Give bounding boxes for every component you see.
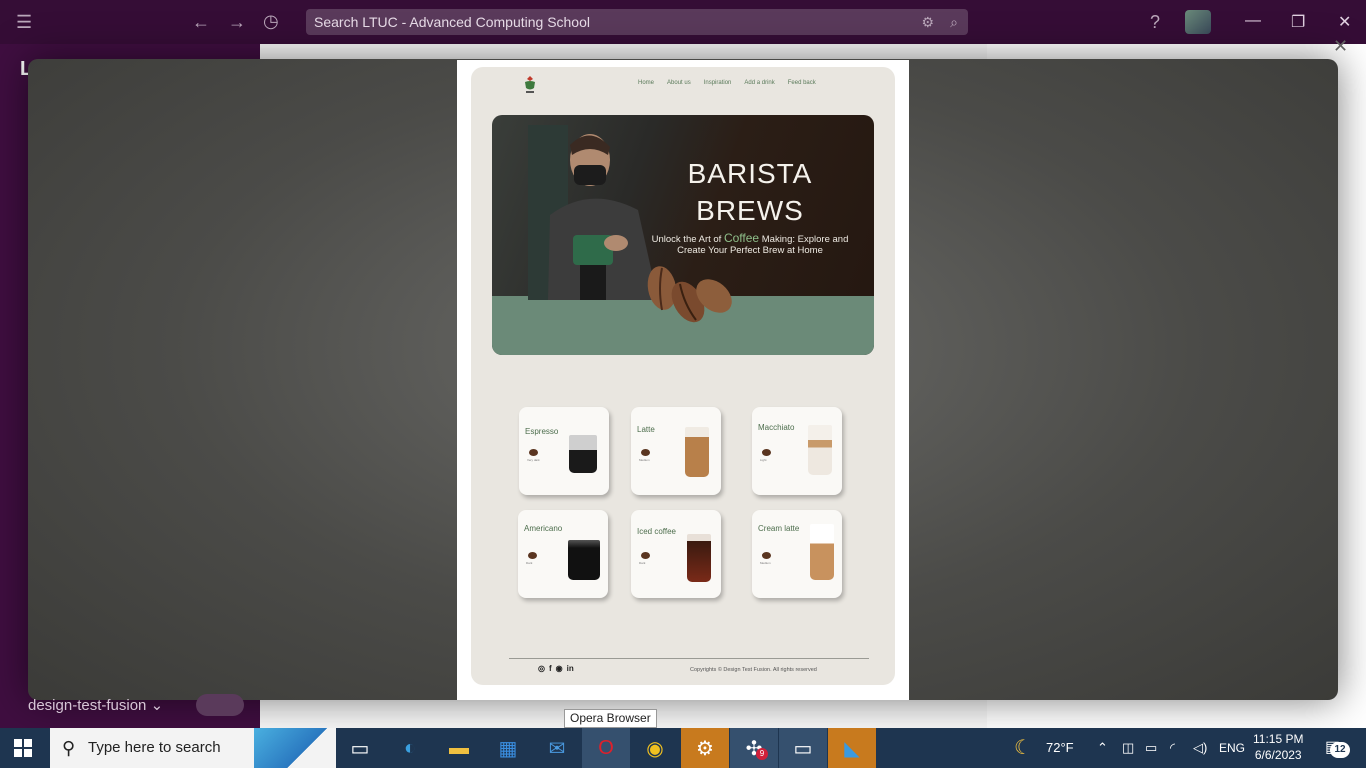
bean-icon (641, 449, 650, 456)
latte-glass-image (685, 427, 709, 477)
bean-icon (641, 552, 650, 559)
battery-icon[interactable]: ▭ (1145, 728, 1157, 768)
nav-inspiration[interactable]: Inspiration (704, 80, 732, 86)
copyright-text: Copyrights © Design Test Fusion. All rig… (690, 667, 817, 673)
search-icon: ⚲ (62, 738, 76, 758)
espresso-glass-image (569, 435, 597, 473)
website-mockup: Home About us Inspiration Add a drink Fe… (471, 67, 895, 685)
filter-icon[interactable]: ⚙ (921, 9, 934, 35)
forward-arrow-icon[interactable]: → (228, 12, 246, 32)
menu-icon[interactable]: ☰ (16, 12, 32, 32)
terminal-icon[interactable]: ▭ (779, 728, 827, 768)
close-window-icon[interactable]: ✕ (1338, 12, 1351, 32)
mail-icon[interactable]: ✉ (533, 728, 581, 768)
windows-start-icon[interactable] (14, 739, 32, 757)
minimize-icon[interactable]: — (1245, 12, 1261, 30)
restore-icon[interactable]: ❐ (1291, 12, 1305, 32)
facebook-icon[interactable]: f (549, 664, 552, 673)
settings-gear-icon[interactable]: ⚙ (681, 728, 729, 768)
nav-feedback[interactable]: Feed back (788, 80, 816, 86)
chrome-icon[interactable]: ◉ (631, 728, 679, 768)
system-clock[interactable]: 11:15 PM 6/6/2023 (1253, 731, 1303, 763)
instagram-icon[interactable]: ◎ (538, 664, 545, 673)
slack-title-bar: ☰ ← → ◷ Search LTUC - Advanced Computing… (0, 0, 1366, 44)
search-highlight-image (254, 728, 336, 768)
drink-card-espresso[interactable]: Espresso Very dark (519, 407, 609, 495)
hero-subtitle: Unlock the Art of Coffee Making: Explore… (651, 231, 849, 256)
coffee-beans-image (647, 266, 732, 323)
cream-latte-glass-image (810, 524, 834, 580)
search-icon[interactable]: ⌕ (950, 9, 958, 35)
file-explorer-icon[interactable]: ▬ (435, 728, 483, 768)
weather-temperature[interactable]: 72°F (1046, 728, 1074, 768)
close-preview-icon[interactable]: ✕ (1333, 36, 1348, 57)
history-icon[interactable]: ◷ (263, 11, 279, 31)
drink-card-macchiato[interactable]: Macchiato Light (752, 407, 842, 495)
camera-icon[interactable]: ◫ (1122, 728, 1134, 768)
slack-search-input[interactable]: Search LTUC - Advanced Computing School … (306, 9, 968, 35)
vscode-icon[interactable]: ◣ (828, 728, 876, 768)
bean-icon (529, 449, 538, 456)
site-nav: Home About us Inspiration Add a drink Fe… (638, 80, 816, 86)
volume-icon[interactable]: ◁) (1193, 728, 1207, 768)
nav-home[interactable]: Home (638, 80, 654, 86)
language-indicator[interactable]: ENG (1219, 728, 1245, 768)
social-links: ◎ f ◉ in (538, 664, 574, 673)
task-view-icon[interactable]: ▭ (336, 728, 384, 768)
help-icon[interactable]: ? (1150, 12, 1160, 32)
taskbar-tooltip: Opera Browser (564, 709, 657, 728)
bean-icon (762, 552, 771, 559)
bean-icon (762, 449, 771, 456)
macchiato-glass-image (808, 425, 832, 475)
nav-about[interactable]: About us (667, 80, 691, 86)
windows-taskbar: ⚲ Type here to search ▭ ◐ ▬ ▦ ✉ O ◉ ⚙ ✣ 9… (0, 728, 1366, 768)
workspace-name[interactable]: design-test-fusion ⌄ (28, 696, 163, 714)
footer-divider (509, 658, 869, 659)
opera-browser-icon[interactable]: O (582, 728, 630, 768)
drink-card-latte[interactable]: Latte Medium (631, 407, 721, 495)
huddle-toggle[interactable] (196, 694, 244, 716)
edge-browser-icon[interactable]: ◐ (386, 728, 434, 768)
americano-glass-image (568, 540, 600, 580)
hero-title: BARISTA BREWS (687, 158, 813, 226)
drink-card-americano[interactable]: Americano Dark (518, 510, 608, 598)
drink-card-cream-latte[interactable]: Cream latte Medium (752, 510, 842, 598)
chevron-up-icon[interactable]: ⌃ (1097, 728, 1108, 768)
bean-icon (528, 552, 537, 559)
hero-banner: BARISTA BREWS Unlock the Art of Coffee M… (492, 115, 874, 355)
slack-icon[interactable]: ✣ 9 (730, 728, 778, 768)
store-icon[interactable]: ▦ (484, 728, 532, 768)
avatar[interactable] (1185, 10, 1211, 34)
wifi-icon[interactable]: ◜ (1170, 728, 1175, 768)
github-icon[interactable]: ◉ (556, 664, 563, 673)
taskbar-search-input[interactable]: ⚲ Type here to search (50, 728, 336, 768)
weather-moon-icon[interactable]: ☾ (1014, 728, 1032, 768)
site-logo-icon (525, 76, 535, 93)
nav-add-drink[interactable]: Add a drink (744, 80, 774, 86)
notification-count-badge: 12 (1330, 742, 1350, 758)
linkedin-icon[interactable]: in (567, 664, 574, 673)
drink-card-iced-coffee[interactable]: Iced coffee Dark (631, 510, 721, 598)
iced-coffee-glass-image (687, 534, 711, 582)
back-arrow-icon[interactable]: ← (192, 12, 210, 32)
